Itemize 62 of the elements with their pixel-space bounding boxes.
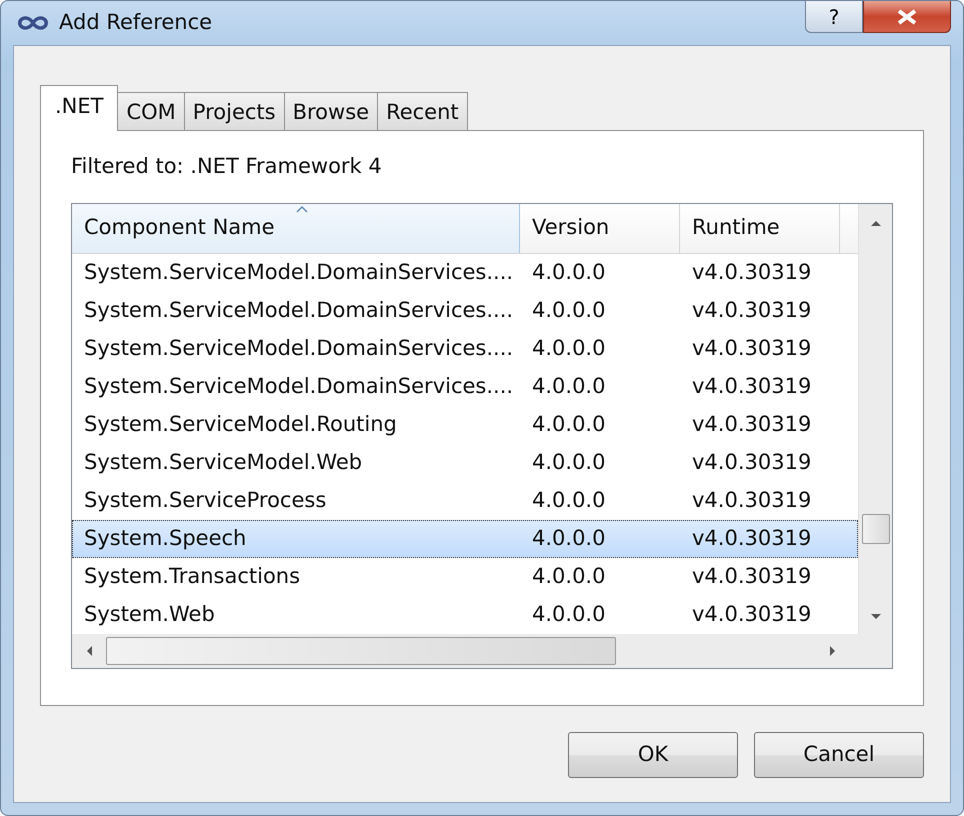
horizontal-scrollbar[interactable] [72, 634, 892, 668]
table-cell-text: System.ServiceProcess [83, 486, 328, 514]
table-cell-text: 4.0.0.0 [531, 334, 606, 362]
help-button[interactable]: ? [805, 1, 863, 33]
table-cell-text: 4.0.0.0 [531, 258, 606, 286]
table-row[interactable]: System.ServiceModel.DomainServices.... 4.0.0.0 v4.0.30319 [72, 254, 858, 292]
scroll-thumb[interactable] [862, 514, 890, 544]
column-header[interactable]: Component Name [72, 204, 520, 252]
table-row[interactable]: System.Speech 4.0.0.0 v4.0.30319 [72, 520, 858, 558]
table-cell-text: 4.0.0.0 [531, 448, 606, 476]
down-arrow-icon[interactable] [868, 612, 882, 622]
window-title: Add Reference [59, 9, 212, 36]
tab[interactable]: Projects [184, 92, 285, 130]
close-button[interactable] [863, 1, 951, 33]
table-cell-text: 4.0.0.0 [531, 524, 606, 552]
column-header[interactable]: Version [520, 204, 680, 252]
table-row[interactable]: System.ServiceModel.DomainServices.... 4.0.0.0 v4.0.30319 [72, 330, 858, 368]
table-cell-text: System.ServiceModel.DomainServices.... [83, 372, 514, 400]
close-icon [896, 8, 918, 24]
tab[interactable]: .NET [40, 85, 118, 131]
table-cell-text: v4.0.30319 [691, 486, 812, 514]
table-row[interactable]: System.ServiceModel.DomainServices.... 4.0.0.0 v4.0.30319 [72, 292, 858, 330]
table-cell-text: 4.0.0.0 [531, 562, 606, 590]
table-cell-text: v4.0.30319 [691, 600, 812, 628]
table-cell-text: v4.0.30319 [691, 334, 812, 362]
table-cell-text: 4.0.0.0 [531, 296, 606, 324]
table-cell-text: 4.0.0.0 [531, 486, 606, 514]
table-cell-text: 4.0.0.0 [531, 600, 606, 628]
table-row[interactable]: System.Web 4.0.0.0 v4.0.30319 [72, 596, 858, 634]
table-row[interactable]: System.ServiceModel.DomainServices.... 4.0.0.0 v4.0.30319 [72, 368, 858, 406]
table-cell-text: System.Transactions [83, 562, 302, 590]
table-row[interactable]: System.Transactions 4.0.0.0 v4.0.30319 [72, 558, 858, 596]
table-cell-text: v4.0.30319 [691, 372, 812, 400]
table-cell-text: v4.0.30319 [691, 296, 812, 324]
table-cell-text: v4.0.30319 [691, 524, 812, 552]
table-cell-text: System.ServiceModel.Routing [83, 410, 398, 438]
app-icon [17, 14, 49, 32]
tab[interactable]: Browse [284, 92, 378, 130]
cancel-button[interactable]: Cancel [754, 732, 924, 778]
table-cell-text: System.ServiceModel.DomainServices.... [83, 334, 514, 362]
scroll-thumb[interactable] [106, 636, 616, 664]
filter-label: Filtered to: .NET Framework 4 [71, 153, 383, 180]
table-cell-text: v4.0.30319 [691, 258, 812, 286]
tab[interactable]: Recent [377, 92, 468, 130]
table-cell-text: System.ServiceModel.Web [83, 448, 364, 476]
table-cell-text: System.ServiceModel.DomainServices.... [83, 258, 514, 286]
table-cell-text: System.ServiceModel.DomainServices.... [83, 296, 514, 324]
table-cell-text: v4.0.30319 [691, 410, 812, 438]
table-cell-text: v4.0.30319 [691, 448, 812, 476]
right-arrow-icon[interactable] [828, 644, 838, 658]
table-row[interactable]: System.ServiceProcess 4.0.0.0 v4.0.30319 [72, 482, 858, 520]
tab[interactable]: COM [117, 92, 185, 130]
column-header[interactable]: Runtime [680, 204, 840, 252]
ok-button[interactable]: OK [568, 732, 738, 778]
table-row[interactable]: System.ServiceModel.Routing 4.0.0.0 v4.0.30319 [72, 406, 858, 444]
table-cell-text: System.Speech [83, 524, 248, 552]
table-row[interactable]: System.ServiceModel.Web 4.0.0.0 v4.0.30319 [72, 444, 858, 482]
table-cell-text: 4.0.0.0 [531, 372, 606, 400]
vertical-scrollbar[interactable] [858, 204, 892, 634]
table-cell-text: v4.0.30319 [691, 562, 812, 590]
table-cell-text: 4.0.0.0 [531, 410, 606, 438]
table-cell-text: System.Web [83, 600, 216, 628]
